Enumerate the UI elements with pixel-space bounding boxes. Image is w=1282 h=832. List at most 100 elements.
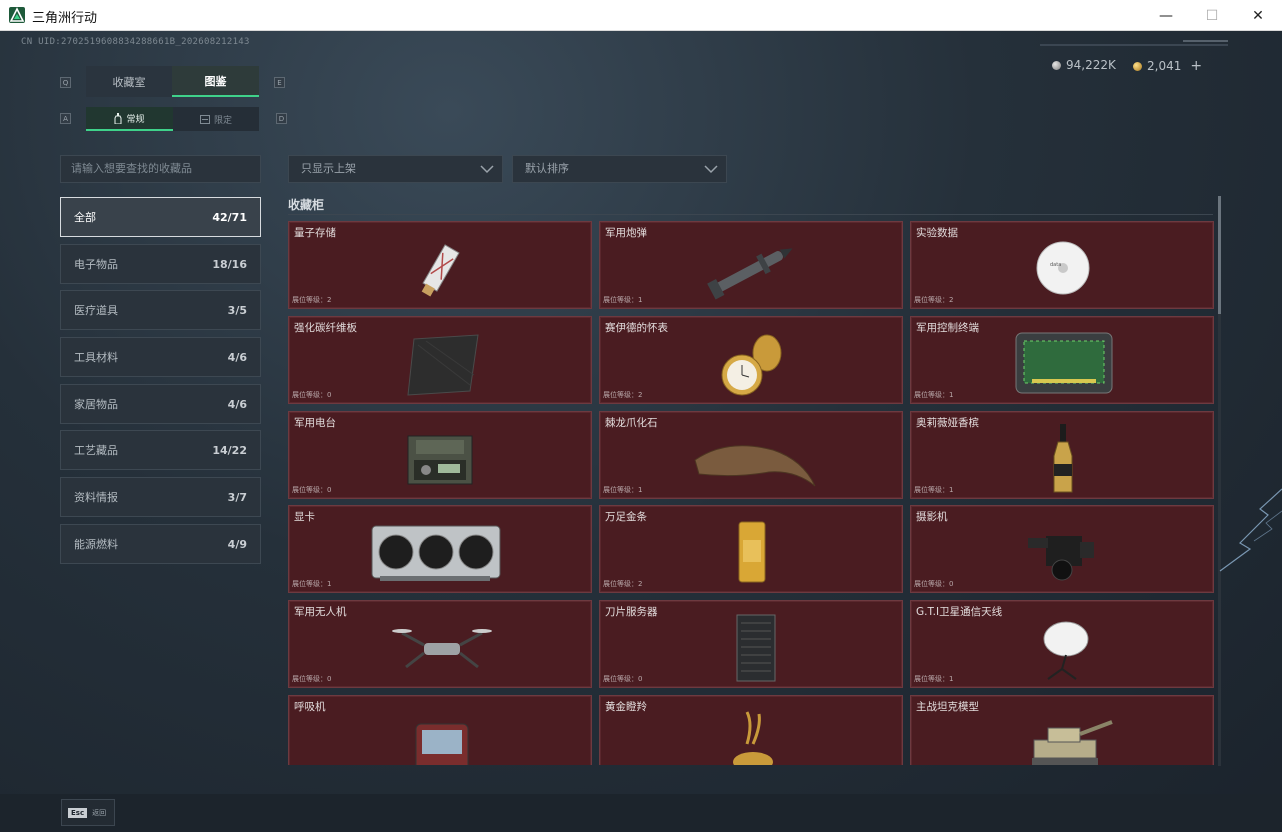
item-name: 呼吸机: [294, 701, 326, 713]
header-accent-line: [1183, 40, 1228, 42]
collection-card[interactable]: 实验数据 data 展位等级：2: [910, 221, 1214, 309]
tab-catalog[interactable]: 图鉴: [172, 66, 259, 97]
collection-card[interactable]: 刀片服务器展位等级：0: [599, 600, 903, 688]
item-name: 万足金条: [605, 511, 647, 523]
category-label: 全部: [74, 211, 96, 224]
display-level: 展位等级：0: [292, 391, 332, 399]
category-item[interactable]: 能源燃料 4/9: [60, 524, 261, 564]
category-count: 14/22: [212, 443, 247, 457]
window-titlebar: 三角洲行动 — ☐ ✕: [0, 0, 1282, 31]
display-level: 展位等级：1: [603, 486, 643, 494]
item-name: 军用无人机: [294, 606, 347, 618]
item-name: 赛伊德的怀表: [605, 322, 668, 334]
gold-amount: 2,041: [1147, 59, 1182, 73]
cabinet-title: 收藏柜: [288, 198, 325, 212]
item-name: 显卡: [294, 511, 315, 523]
minimize-button[interactable]: —: [1143, 0, 1189, 31]
category-count: 3/7: [227, 490, 247, 504]
category-item[interactable]: 医疗道具 3/5: [60, 290, 261, 330]
claw-fossil-icon: [694, 445, 816, 487]
maximize-button[interactable]: ☐: [1189, 0, 1235, 31]
display-level: 展位等级：2: [292, 296, 332, 304]
category-item[interactable]: 电子物品 18/16: [60, 244, 261, 284]
collection-card[interactable]: G.T.I卫星通信天线 展位等级：1: [910, 600, 1214, 688]
tank-model-icon: [1032, 720, 1113, 765]
display-level: 展位等级：1: [914, 391, 954, 399]
disc-icon: data: [1036, 241, 1090, 295]
back-button[interactable]: Esc 返回: [61, 799, 115, 826]
radio-icon: [407, 435, 473, 485]
collection-card[interactable]: 军用控制终端 展位等级：1: [910, 316, 1214, 404]
display-level: 展位等级：2: [603, 580, 643, 588]
close-window-button[interactable]: ✕: [1235, 0, 1281, 31]
category-label: 工具材料: [74, 351, 118, 364]
item-name: 量子存储: [294, 227, 336, 239]
shelf-filter-dropdown[interactable]: 只显示上架: [288, 155, 503, 183]
key-d-hint: D: [276, 113, 287, 124]
cabinet-divider: [288, 214, 1213, 215]
display-level: 展位等级：0: [603, 675, 643, 683]
item-name: 奥莉薇娅香槟: [916, 417, 979, 429]
category-count: 3/5: [227, 303, 247, 317]
app-logo-icon: [9, 7, 25, 23]
missile-icon: [707, 248, 793, 300]
silver-currency: 94,222K: [1052, 58, 1116, 72]
collection-card[interactable]: 主战坦克模型: [910, 695, 1214, 765]
collection-card[interactable]: 黄金瞪羚: [599, 695, 903, 765]
lightning-decoration: [1219, 488, 1282, 572]
tab-collection-room[interactable]: 收藏室: [86, 66, 172, 97]
item-name: 强化碳纤维板: [294, 322, 357, 334]
collection-card[interactable]: 棘龙爪化石展位等级：1: [599, 411, 903, 499]
collection-card[interactable]: 强化碳纤维板展位等级：0: [288, 316, 592, 404]
back-label: 返回: [92, 808, 107, 817]
cabinet-scrollbar-thumb[interactable]: [1218, 196, 1221, 314]
category-item[interactable]: 工艺藏品 14/22: [60, 430, 261, 470]
collection-card[interactable]: 摄影机 展位等级：0: [910, 505, 1214, 593]
category-item[interactable]: 资料情报 3/7: [60, 477, 261, 517]
gold-currency: 2,041 +: [1133, 58, 1202, 74]
collection-card[interactable]: 显卡 展位等级：1: [288, 505, 592, 593]
add-currency-button[interactable]: +: [1190, 58, 1202, 74]
item-name: 刀片服务器: [605, 606, 658, 618]
item-name: 主战坦克模型: [916, 701, 979, 713]
collection-card[interactable]: 万足金条展位等级：2: [599, 505, 903, 593]
esc-key-icon: Esc: [68, 807, 88, 818]
display-level: 展位等级：1: [603, 296, 643, 304]
collection-card[interactable]: 奥莉薇娅香槟展位等级：1: [910, 411, 1214, 499]
item-name: 实验数据: [916, 227, 958, 239]
display-level: 展位等级：1: [914, 486, 954, 494]
category-item[interactable]: 工具材料 4/6: [60, 337, 261, 377]
chevron-down-icon: [704, 165, 718, 174]
item-name: 军用炮弹: [605, 227, 647, 239]
collection-card[interactable]: 军用无人机 展位等级：0: [288, 600, 592, 688]
sort-dropdown[interactable]: 默认排序: [512, 155, 727, 183]
category-item[interactable]: 家居物品 4/6: [60, 384, 261, 424]
bottle-icon: [114, 112, 122, 124]
subtab-regular[interactable]: 常规: [86, 107, 173, 131]
category-count: 4/6: [227, 350, 247, 364]
category-label: 电子物品: [74, 258, 118, 271]
collection-card[interactable]: 军用炮弹展位等级：1: [599, 221, 903, 309]
control-terminal-icon: [1015, 332, 1113, 394]
category-item[interactable]: 全部 42/71: [60, 197, 261, 237]
display-level: 展位等级：1: [914, 675, 954, 683]
category-label: 家居物品: [74, 398, 118, 411]
item-name: 黄金瞪羚: [605, 701, 647, 713]
champagne-icon: [1053, 424, 1073, 493]
subtab-limited-label: 限定: [213, 115, 232, 126]
collection-card[interactable]: 量子存储展位等级：2: [288, 221, 592, 309]
collection-card[interactable]: 军用电台 展位等级：0: [288, 411, 592, 499]
sort-value: 默认排序: [525, 162, 569, 175]
ventilator-icon: [415, 723, 469, 765]
collection-card[interactable]: 赛伊德的怀表 展位等级：2: [599, 316, 903, 404]
collection-card[interactable]: 呼吸机: [288, 695, 592, 765]
category-label: 医疗道具: [74, 304, 118, 317]
satellite-dish-icon: [1043, 621, 1089, 680]
silver-amount: 94,222K: [1066, 58, 1116, 72]
item-name: 军用电台: [294, 417, 336, 429]
item-name: 棘龙爪化石: [605, 417, 658, 429]
gold-gazelle-icon: [733, 711, 773, 765]
collection-search-input[interactable]: 请输入想要查找的收藏品: [60, 155, 261, 183]
subtab-limited[interactable]: 限定: [173, 107, 259, 131]
drone-icon: [392, 629, 492, 669]
